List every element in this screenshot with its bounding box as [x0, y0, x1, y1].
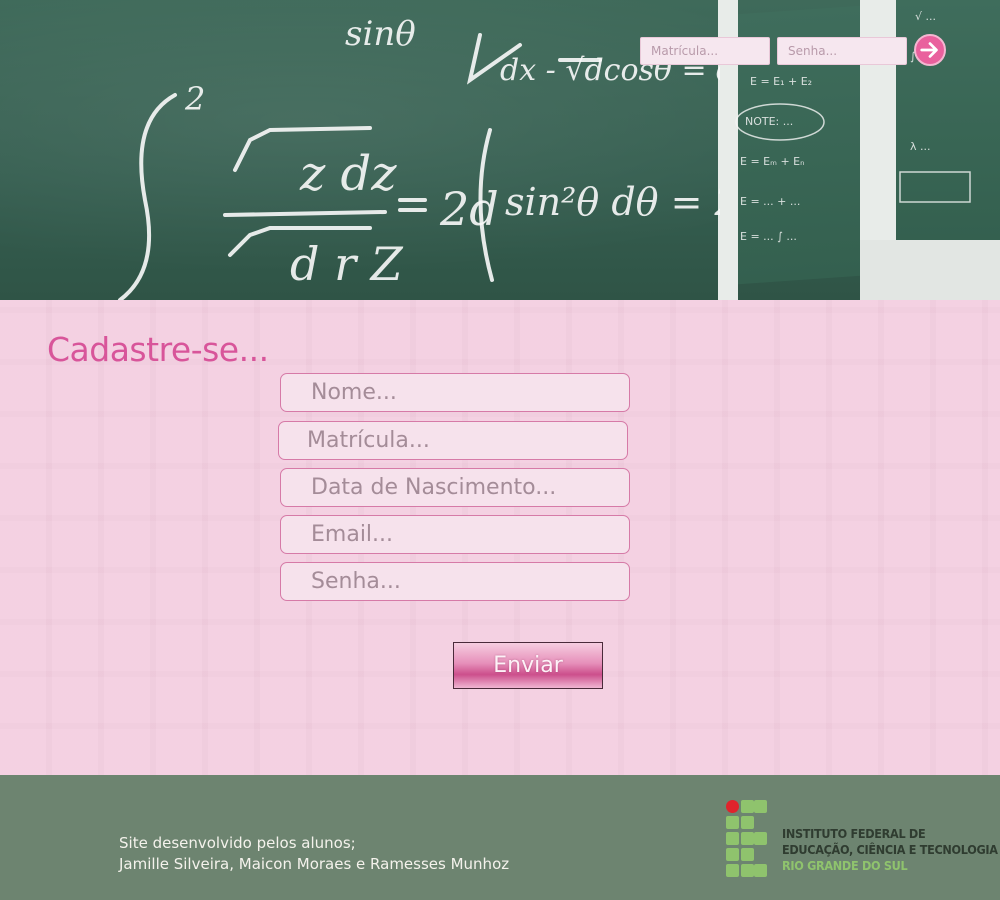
svg-text:E = Eₘ + Eₙ: E = Eₘ + Eₙ — [740, 155, 805, 168]
logo-square — [754, 800, 767, 813]
ifrs-logo: INSTITUTO FEDERAL DE EDUCAÇÃO, CIÊNCIA E… — [726, 800, 998, 882]
svg-text:λ ...: λ ... — [910, 140, 931, 153]
svg-text:z dz: z dz — [299, 146, 397, 202]
svg-text:E = ... + ...: E = ... + ... — [740, 195, 800, 208]
enviar-button[interactable]: Enviar — [453, 642, 603, 689]
data-nascimento-input[interactable] — [280, 468, 630, 507]
logo-square — [754, 832, 767, 845]
svg-text:NOTE: ...: NOTE: ... — [745, 115, 793, 128]
header-banner: z dz d r Z 2d sin²θ dθ = 2dπ sinθ dx - √… — [0, 0, 1000, 300]
svg-text:E = E₁ + E₂: E = E₁ + E₂ — [750, 75, 812, 88]
header-senha-input[interactable] — [777, 37, 907, 65]
logo-line-1: INSTITUTO FEDERAL DE — [782, 826, 926, 841]
logo-square — [741, 864, 754, 877]
footer: Site desenvolvido pelos alunos; Jamille … — [0, 775, 1000, 900]
svg-text:√ ...: √ ... — [915, 10, 936, 23]
logo-square — [726, 864, 739, 877]
logo-square — [741, 800, 754, 813]
email-input[interactable] — [280, 515, 630, 554]
ifrs-logo-text: INSTITUTO FEDERAL DE EDUCAÇÃO, CIÊNCIA E… — [782, 826, 998, 874]
logo-line-3: RIO GRANDE DO SUL — [782, 858, 908, 873]
credits: Site desenvolvido pelos alunos; Jamille … — [119, 833, 509, 875]
page-title: Cadastre-se... — [47, 330, 269, 369]
logo-red-circle — [726, 800, 739, 813]
logo-line-2: EDUCAÇÃO, CIÊNCIA E TECNOLOGIA — [782, 842, 998, 857]
svg-text:sin²θ dθ = 2dπ: sin²θ dθ = 2dπ — [505, 180, 720, 224]
logo-square — [726, 848, 739, 861]
svg-text:2d: 2d — [439, 182, 499, 236]
svg-text:d r Z: d r Z — [290, 237, 404, 291]
logo-square — [741, 848, 754, 861]
register-section: Cadastre-se... Enviar — [0, 300, 1000, 775]
credits-line-1: Site desenvolvido pelos alunos; — [119, 834, 356, 852]
arrow-right-icon — [920, 42, 938, 58]
svg-text:2: 2 — [184, 80, 205, 118]
logo-square — [726, 816, 739, 829]
logo-square — [741, 816, 754, 829]
header-matricula-input[interactable] — [640, 37, 770, 65]
chalk-formula-drawing: z dz d r Z 2d sin²θ dθ = 2dπ sinθ dx - √… — [118, 14, 720, 300]
logo-square — [741, 832, 754, 845]
login-submit-button[interactable] — [914, 34, 946, 66]
svg-text:E = ... ∫ ...: E = ... ∫ ... — [740, 230, 797, 243]
logo-square — [754, 864, 767, 877]
senha-input[interactable] — [280, 562, 630, 601]
nome-input[interactable] — [280, 373, 630, 412]
ifrs-logo-mark — [726, 800, 768, 880]
svg-text:sinθ: sinθ — [345, 14, 416, 54]
matricula-input[interactable] — [278, 421, 628, 460]
credits-line-2: Jamille Silveira, Maicon Moraes e Ramess… — [119, 855, 510, 873]
logo-square — [726, 832, 739, 845]
